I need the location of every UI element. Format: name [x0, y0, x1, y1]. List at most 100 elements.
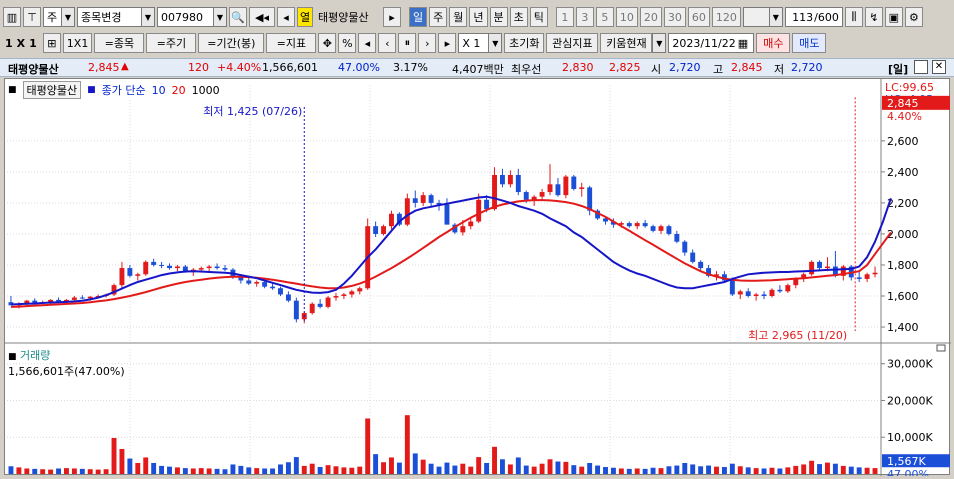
chevron-down-icon[interactable]: ▼: [652, 33, 667, 53]
item-change-label[interactable]: 종목변경: [77, 7, 141, 27]
candle-body: [507, 174, 513, 185]
period-second[interactable]: 초: [509, 7, 528, 27]
chevron-down-icon[interactable]: ▼: [61, 7, 75, 27]
custom-interval-value[interactable]: [742, 7, 769, 27]
volume-bar: [222, 469, 228, 474]
fastforward-icon[interactable]: ▸: [438, 33, 457, 53]
draw-tool-icon[interactable]: ↯: [864, 7, 883, 27]
legend-square-icon: ■: [87, 85, 96, 95]
minimize-icon[interactable]: [914, 60, 928, 74]
chart-panel[interactable]: 2,600 2,400 2,200 2,000 1,800 1,600 1,400 30,00…: [4, 78, 951, 479]
multiplier-value[interactable]: X 1: [458, 33, 489, 53]
market-select[interactable]: 주 ▼: [43, 7, 75, 27]
layout-cols[interactable]: 1: [27, 37, 41, 50]
candle-body: [135, 274, 141, 276]
interval-1[interactable]: 1: [555, 7, 574, 27]
interval-3[interactable]: 3: [575, 7, 594, 27]
period-year[interactable]: 년: [469, 7, 488, 27]
candle-body: [753, 294, 759, 297]
code-input[interactable]: 007980 ▼: [157, 7, 227, 27]
add-range-button[interactable]: =기간(봉): [198, 33, 265, 53]
layout-rows[interactable]: 1: [3, 37, 15, 50]
candle-body: [119, 268, 125, 286]
volume-bar: [365, 418, 371, 474]
multiplier-select[interactable]: X 1 ▼: [458, 33, 503, 53]
stock-badge[interactable]: 열: [297, 7, 313, 27]
volume-bar: [333, 466, 339, 474]
volume-bar: [698, 466, 704, 474]
pin-icon[interactable]: ⊤: [23, 7, 41, 27]
volume-bar: [793, 465, 799, 474]
search-icon[interactable]: 🔍: [229, 7, 247, 27]
volume-bar: [404, 415, 410, 474]
chevron-down-icon[interactable]: ▼: [768, 7, 783, 27]
kiwoom-select[interactable]: 키움현재 ▼: [600, 33, 667, 53]
interval-5[interactable]: 5: [595, 7, 614, 27]
rewind-icon[interactable]: ◂: [358, 33, 377, 53]
interval-120[interactable]: 120: [711, 7, 741, 27]
volume-bar: [127, 458, 133, 474]
add-period-button[interactable]: =주기: [146, 33, 197, 53]
interval-60[interactable]: 60: [687, 7, 710, 27]
market-value[interactable]: 주: [43, 7, 61, 27]
crosshair-icon[interactable]: ✥: [318, 33, 337, 53]
chart-type-icon[interactable]: ▥: [3, 7, 21, 27]
period-day[interactable]: 일: [409, 7, 428, 27]
chevron-down-icon[interactable]: ▼: [213, 7, 227, 27]
pause-icon[interactable]: ⏸: [398, 33, 417, 53]
candle-settings-icon[interactable]: ⫼: [844, 7, 863, 27]
period-week[interactable]: 주: [429, 7, 448, 27]
volume-bar: [48, 469, 54, 474]
date-value[interactable]: 2023/11/22: [672, 37, 735, 50]
add-indicator-button[interactable]: =지표: [266, 33, 317, 53]
chevron-down-icon[interactable]: ▼: [488, 33, 503, 53]
price-tick-label: 1,800: [887, 259, 919, 272]
candle-body: [690, 252, 696, 262]
sell-button[interactable]: 매도: [792, 33, 827, 53]
layout-1x1-button[interactable]: 1X1: [62, 33, 93, 53]
period-tick[interactable]: 틱: [529, 7, 548, 27]
calendar-icon[interactable]: ▦: [738, 37, 748, 50]
period-month[interactable]: 월: [449, 7, 468, 27]
arrow-left-icon[interactable]: ◂: [277, 7, 295, 27]
candle-body: [555, 184, 561, 196]
count-field[interactable]: 113/600: [784, 7, 843, 27]
candlestick-chart[interactable]: 2,6002,4002,2002,0001,8001,6001,40030,00…: [5, 79, 951, 479]
reset-button[interactable]: 초기화: [504, 33, 545, 53]
legend-stock-name[interactable]: 태평양물산: [22, 81, 82, 99]
candle-body: [214, 266, 220, 269]
close-icon[interactable]: ✕: [932, 60, 946, 74]
gear-icon[interactable]: ⚙: [904, 7, 923, 27]
period-minute[interactable]: 분: [489, 7, 508, 27]
next-icon[interactable]: ›: [418, 33, 437, 53]
volume-bar: [206, 468, 212, 474]
volume-bar: [682, 462, 688, 474]
volume-bar: [238, 465, 244, 474]
interval-10[interactable]: 10: [615, 7, 638, 27]
volume-bar: [56, 468, 61, 474]
arrow-right-icon[interactable]: ▸: [383, 7, 401, 27]
prev-icon[interactable]: ‹: [378, 33, 397, 53]
custom-interval-select[interactable]: ▼: [742, 7, 783, 27]
item-change-select[interactable]: 종목변경 ▼: [77, 7, 155, 27]
buy-button[interactable]: 매수: [756, 33, 791, 53]
speaker-icon[interactable]: ◀◂: [249, 7, 275, 27]
candle-body: [373, 226, 379, 234]
interval-20[interactable]: 20: [639, 7, 662, 27]
interest-indicator-button[interactable]: 관심지표: [546, 33, 599, 53]
candle-body: [270, 286, 276, 289]
volume-bar: [151, 462, 157, 474]
volume-tick-label: 20,000K: [887, 394, 933, 407]
chevron-down-icon[interactable]: ▼: [141, 7, 155, 27]
add-item-button[interactable]: =종목: [94, 33, 145, 53]
interval-30[interactable]: 30: [663, 7, 686, 27]
date-field[interactable]: 2023/11/22 ▦: [668, 33, 755, 53]
grid-layout-icon[interactable]: ⊞: [42, 33, 61, 53]
code-value[interactable]: 007980: [157, 7, 213, 27]
save-icon[interactable]: ▣: [884, 7, 903, 27]
kiwoom-current-button[interactable]: 키움현재: [600, 33, 653, 53]
count-value[interactable]: 113: [792, 11, 813, 24]
volume-bar: [626, 468, 632, 474]
percent-icon[interactable]: %: [338, 33, 357, 53]
volume-bar: [278, 464, 283, 474]
